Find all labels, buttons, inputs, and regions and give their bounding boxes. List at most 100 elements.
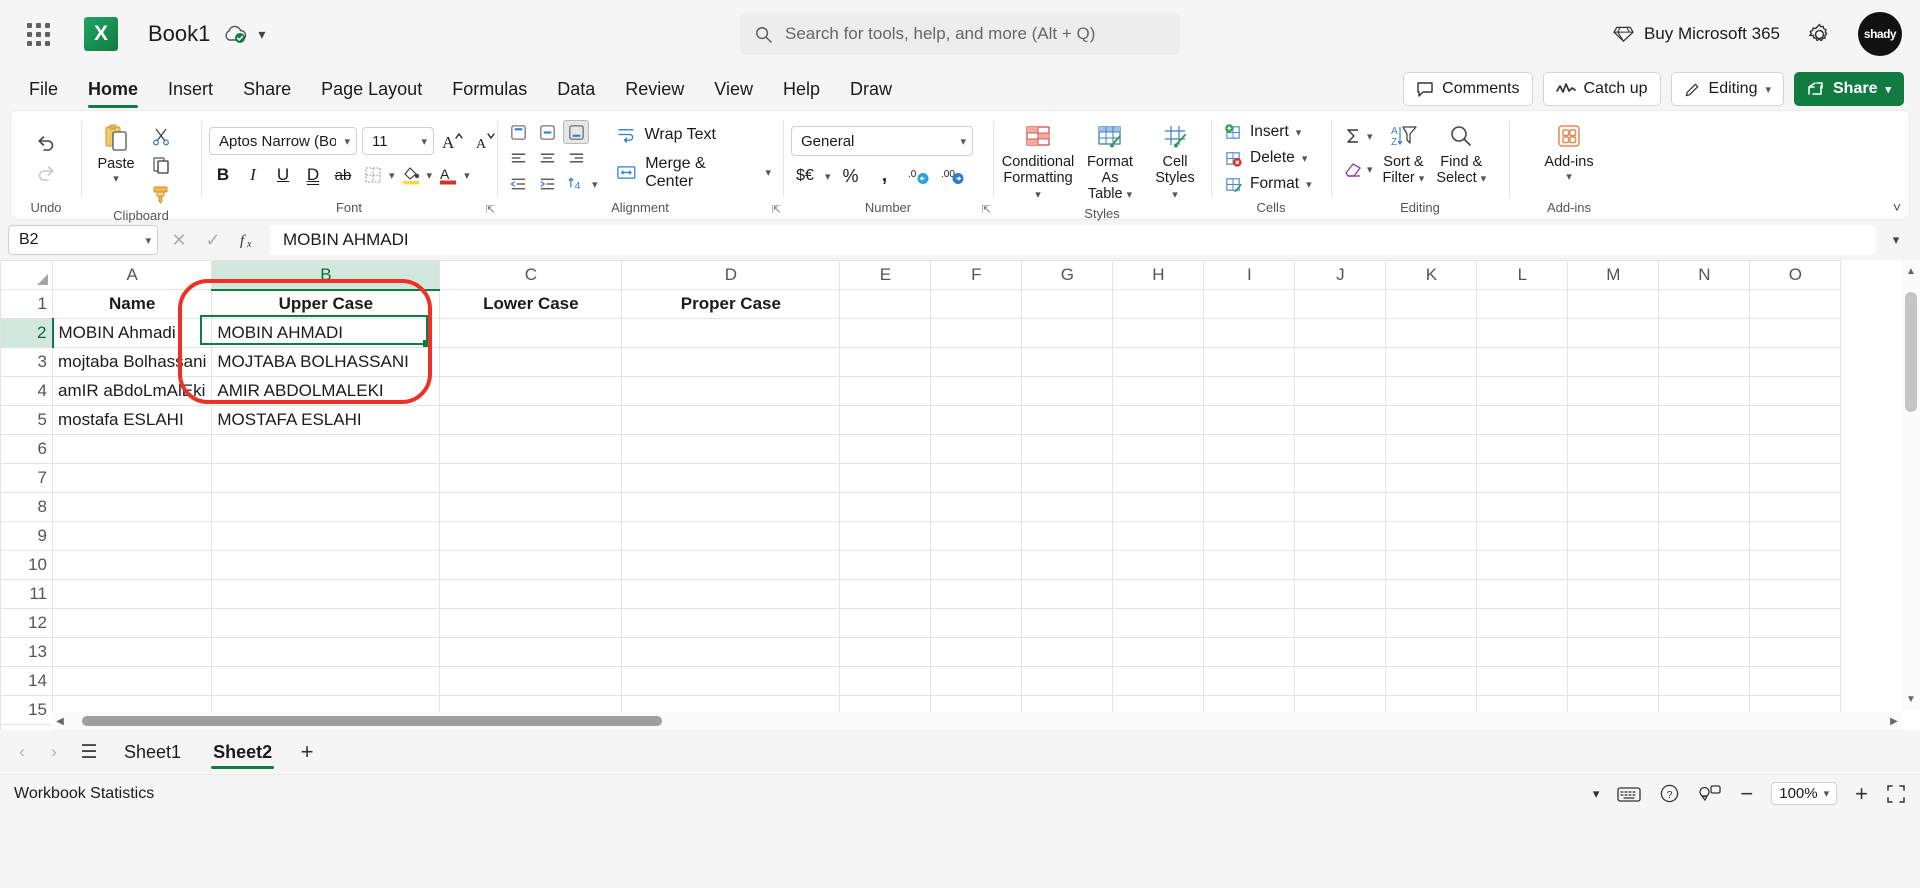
cell-g5[interactable] [1021, 405, 1114, 435]
cell-f6[interactable] [930, 434, 1023, 464]
cell-m11[interactable] [1567, 579, 1660, 609]
bottom-align-button[interactable] [563, 120, 589, 144]
cell-j14[interactable] [1294, 666, 1387, 696]
tab-data[interactable]: Data [542, 70, 610, 108]
cell-k7[interactable] [1385, 463, 1478, 493]
borders-button[interactable] [359, 161, 387, 189]
cell-m4[interactable] [1567, 376, 1660, 406]
cell-styles-button[interactable]: Cell Styles ▾ [1145, 120, 1205, 206]
column-header-h[interactable]: H [1112, 260, 1205, 290]
cell-c1[interactable]: Lower Case [439, 289, 623, 319]
increase-decimal-button[interactable]: .00 [939, 162, 967, 190]
italic-button[interactable]: I [239, 161, 267, 189]
cell-o2[interactable] [1749, 318, 1842, 348]
cell-b13[interactable] [211, 637, 441, 667]
cell-m12[interactable] [1567, 608, 1660, 638]
cell-f1[interactable] [930, 289, 1023, 319]
cell-e8[interactable] [839, 492, 932, 522]
clear-chevron-down-icon[interactable]: ▾ [1367, 163, 1373, 176]
cell-f12[interactable] [930, 608, 1023, 638]
cell-f13[interactable] [930, 637, 1023, 667]
find-select-button[interactable]: Find & Select ▾ [1430, 120, 1492, 189]
cell-m10[interactable] [1567, 550, 1660, 580]
row-header-1[interactable]: 1 [0, 289, 53, 319]
cell-h7[interactable] [1112, 463, 1205, 493]
cell-b10[interactable] [211, 550, 441, 580]
cell-n13[interactable] [1658, 637, 1751, 667]
expand-formula-bar-button[interactable]: ▾ [1884, 232, 1908, 248]
share-button[interactable]: Share ▾ [1794, 72, 1904, 106]
cell-f8[interactable] [930, 492, 1023, 522]
cell-h4[interactable] [1112, 376, 1205, 406]
cell-c3[interactable] [439, 347, 623, 377]
fill-color-button[interactable] [397, 161, 425, 189]
cell-n2[interactable] [1658, 318, 1751, 348]
cell-k12[interactable] [1385, 608, 1478, 638]
previous-sheet-button[interactable]: ‹ [8, 738, 36, 766]
align-center-button[interactable] [534, 146, 560, 170]
row-header-8[interactable]: 8 [0, 492, 53, 522]
comments-button[interactable]: Comments [1403, 72, 1533, 106]
zoom-level-control[interactable]: 100% ▾ [1771, 782, 1838, 805]
merge-center-button[interactable]: Merge & Center ▾ [612, 153, 775, 193]
cell-m14[interactable] [1567, 666, 1660, 696]
cell-j2[interactable] [1294, 318, 1387, 348]
insert-cells-button[interactable]: Insert ▾ [1219, 121, 1317, 144]
row-header-14[interactable]: 14 [0, 666, 53, 696]
cell-k5[interactable] [1385, 405, 1478, 435]
cell-i10[interactable] [1203, 550, 1296, 580]
cell-a7[interactable] [51, 463, 213, 493]
cell-l4[interactable] [1476, 376, 1569, 406]
cell-o11[interactable] [1749, 579, 1842, 609]
full-screen-button[interactable] [1886, 784, 1906, 804]
cell-l2[interactable] [1476, 318, 1569, 348]
copy-button[interactable] [147, 151, 175, 179]
cell-c7[interactable] [439, 463, 623, 493]
autosave-cloud-icon[interactable] [222, 24, 248, 44]
cell-k9[interactable] [1385, 521, 1478, 551]
title-chevron-down-icon[interactable]: ▾ [258, 26, 265, 43]
all-sheets-button[interactable]: ☰ [72, 738, 106, 766]
column-header-d[interactable]: D [621, 260, 841, 290]
cell-b2[interactable]: MOBIN AHMADI [211, 318, 441, 348]
font-color-button[interactable]: A [434, 161, 462, 189]
strikethrough-button[interactable]: ab [329, 161, 357, 189]
cell-e4[interactable] [839, 376, 932, 406]
scroll-down-arrow-icon[interactable]: ▼ [1902, 690, 1920, 708]
add-sheet-button[interactable]: + [290, 737, 324, 767]
cell-a10[interactable] [51, 550, 213, 580]
cell-n6[interactable] [1658, 434, 1751, 464]
cell-l9[interactable] [1476, 521, 1569, 551]
cell-d9[interactable] [621, 521, 841, 551]
cell-b7[interactable] [211, 463, 441, 493]
cell-a2[interactable]: MOBIN Ahmadi [51, 318, 213, 348]
cell-i13[interactable] [1203, 637, 1296, 667]
cell-o5[interactable] [1749, 405, 1842, 435]
cell-e1[interactable] [839, 289, 932, 319]
cell-styles-chevron-down-icon[interactable]: ▾ [1172, 189, 1178, 201]
cell-g10[interactable] [1021, 550, 1114, 580]
paste-chevron-down-icon[interactable]: ▾ [113, 172, 119, 185]
cell-o9[interactable] [1749, 521, 1842, 551]
sheet-tab-sheet1[interactable]: Sheet1 [110, 732, 195, 772]
font-size-select[interactable]: 11 ▾ [362, 127, 434, 155]
column-header-e[interactable]: E [839, 260, 932, 290]
cell-k6[interactable] [1385, 434, 1478, 464]
settings-button[interactable] [1802, 17, 1836, 51]
select-all-button[interactable] [0, 260, 53, 290]
format-painter-button[interactable] [147, 180, 175, 208]
cell-c5[interactable] [439, 405, 623, 435]
cell-i11[interactable] [1203, 579, 1296, 609]
cell-k13[interactable] [1385, 637, 1478, 667]
cell-n14[interactable] [1658, 666, 1751, 696]
column-header-i[interactable]: I [1203, 260, 1296, 290]
cell-e6[interactable] [839, 434, 932, 464]
cell-b11[interactable] [211, 579, 441, 609]
cancel-entry-button[interactable]: ✕ [166, 227, 192, 253]
insert-chevron-down-icon[interactable]: ▾ [1296, 126, 1302, 139]
cell-a14[interactable] [51, 666, 213, 696]
percent-format-button[interactable]: % [837, 162, 865, 190]
tab-insert[interactable]: Insert [153, 70, 228, 108]
cell-c4[interactable] [439, 376, 623, 406]
cell-i12[interactable] [1203, 608, 1296, 638]
